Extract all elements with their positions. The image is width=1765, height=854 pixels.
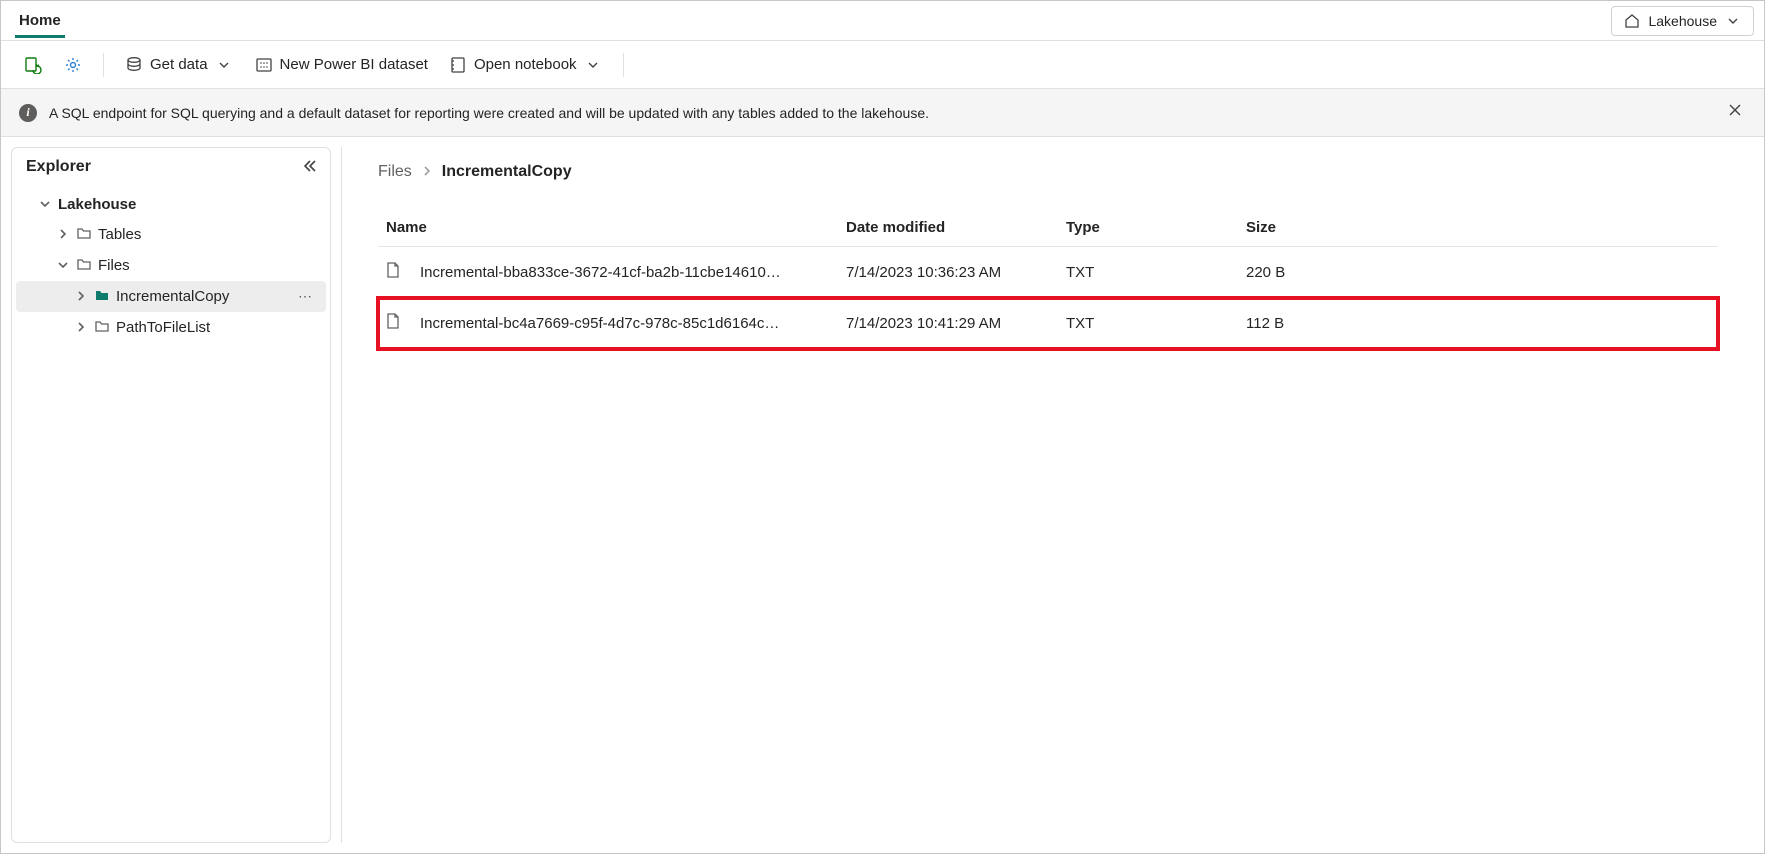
get-data-label: Get data	[150, 56, 208, 73]
file-date: 7/14/2023 10:41:29 AM	[838, 298, 1058, 349]
tab-home[interactable]: Home	[15, 4, 65, 38]
refresh-button[interactable]	[15, 49, 51, 81]
collapse-explorer-button[interactable]	[302, 159, 316, 176]
chevron-down-icon	[1723, 11, 1743, 31]
more-options-button[interactable]: ⋯	[292, 288, 318, 305]
tree-node-label: IncrementalCopy	[116, 288, 229, 305]
chevron-right-icon	[74, 290, 88, 304]
gear-icon	[63, 55, 83, 75]
tree-node-pathtofilelist[interactable]: PathToFileList	[16, 312, 326, 343]
lakehouse-icon	[1622, 11, 1642, 31]
tree-node-label: Tables	[98, 226, 141, 243]
tree-node-incrementalcopy[interactable]: IncrementalCopy ⋯	[16, 281, 326, 312]
folder-icon	[76, 256, 92, 275]
notebook-icon	[448, 55, 468, 75]
toolbar-separator	[623, 53, 624, 77]
open-notebook-button[interactable]: Open notebook	[440, 49, 611, 81]
top-tab-bar: Home Lakehouse	[1, 1, 1764, 41]
chevron-right-icon	[74, 321, 88, 335]
get-data-button[interactable]: Get data	[116, 49, 242, 81]
explorer-title: Explorer	[26, 158, 91, 176]
chevron-down-icon	[38, 198, 52, 212]
info-banner: i A SQL endpoint for SQL querying and a …	[1, 89, 1764, 137]
tree-node-tables[interactable]: Tables	[16, 219, 326, 250]
file-type: TXT	[1058, 298, 1238, 349]
file-name: Incremental-bba833ce-3672-41cf-ba2b-11cb…	[420, 264, 781, 281]
refresh-icon	[23, 55, 43, 75]
lakehouse-selector-label: Lakehouse	[1648, 13, 1717, 29]
file-type: TXT	[1058, 247, 1238, 299]
file-size: 220 B	[1238, 247, 1718, 299]
chevron-down-icon	[56, 259, 70, 273]
file-icon	[384, 261, 402, 283]
file-table: Name Date modified Type Size Incremental…	[378, 209, 1718, 350]
column-header-type[interactable]: Type	[1058, 209, 1238, 247]
lakehouse-selector[interactable]: Lakehouse	[1611, 6, 1754, 36]
chevron-right-icon	[422, 163, 432, 181]
dataset-icon	[254, 55, 274, 75]
file-date: 7/14/2023 10:36:23 AM	[838, 247, 1058, 299]
explorer-panel: Explorer Lakehouse	[11, 147, 331, 843]
new-dataset-button[interactable]: New Power BI dataset	[246, 49, 436, 81]
info-icon: i	[19, 104, 37, 122]
chevron-down-icon	[214, 55, 234, 75]
tree-node-lakehouse[interactable]: Lakehouse	[16, 190, 326, 219]
tree-node-label: Files	[98, 257, 130, 274]
chevron-down-icon	[583, 55, 603, 75]
table-row[interactable]: Incremental-bba833ce-3672-41cf-ba2b-11cb…	[378, 247, 1718, 299]
toolbar-separator	[103, 53, 104, 77]
folder-icon	[94, 287, 110, 306]
breadcrumb: Files IncrementalCopy	[378, 163, 1718, 181]
tree-node-label: Lakehouse	[58, 196, 136, 213]
column-header-name[interactable]: Name	[378, 209, 838, 247]
breadcrumb-current: IncrementalCopy	[442, 163, 572, 181]
toolbar: Get data New Power BI dataset	[1, 41, 1764, 89]
close-banner-button[interactable]	[1724, 99, 1746, 126]
tree-node-files[interactable]: Files	[16, 250, 326, 281]
database-icon	[124, 55, 144, 75]
folder-icon	[76, 225, 92, 244]
column-header-size[interactable]: Size	[1238, 209, 1718, 247]
main-content: Files IncrementalCopy Name Date modified…	[341, 147, 1754, 843]
open-notebook-label: Open notebook	[474, 56, 577, 73]
settings-button[interactable]	[55, 49, 91, 81]
chevron-right-icon	[56, 228, 70, 242]
tree-node-label: PathToFileList	[116, 319, 210, 336]
new-dataset-label: New Power BI dataset	[280, 56, 428, 73]
breadcrumb-files[interactable]: Files	[378, 163, 412, 181]
table-row[interactable]: Incremental-bc4a7669-c95f-4d7c-978c-85c1…	[378, 298, 1718, 349]
file-size: 112 B	[1238, 298, 1718, 349]
folder-icon	[94, 318, 110, 337]
file-name: Incremental-bc4a7669-c95f-4d7c-978c-85c1…	[420, 315, 779, 332]
info-banner-text: A SQL endpoint for SQL querying and a de…	[49, 105, 929, 121]
column-header-date[interactable]: Date modified	[838, 209, 1058, 247]
file-icon	[384, 312, 402, 334]
